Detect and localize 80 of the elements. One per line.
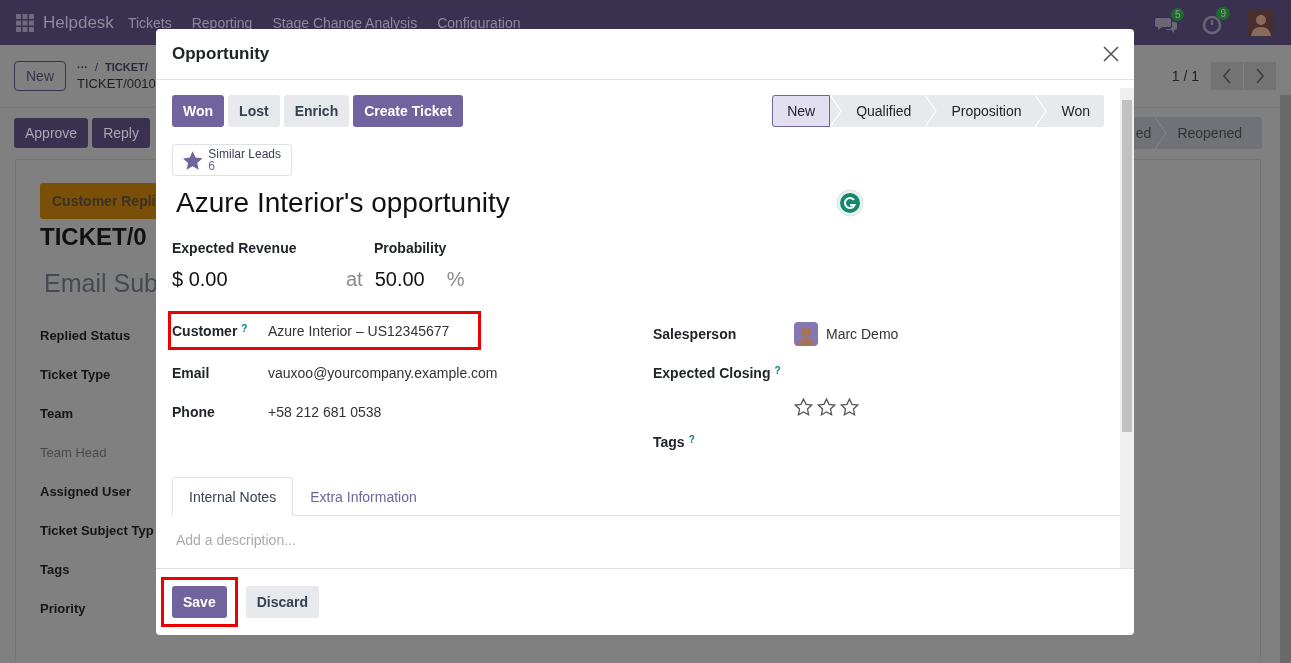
breadcrumb-link[interactable]: TICKET/ <box>105 61 148 73</box>
field-value[interactable]: +58 212 681 0538 <box>268 403 382 420</box>
field-label: Ticket Subject Typ <box>40 523 154 539</box>
user-avatar-icon <box>1248 9 1274 36</box>
field-label: Expected Revenue <box>172 240 298 256</box>
menu-item[interactable]: Tickets <box>127 14 172 31</box>
chevron-left-icon <box>1222 68 1232 84</box>
user-avatar-icon <box>794 321 818 346</box>
field-label: Replied Status <box>40 328 131 344</box>
field-label: Expected Closing <box>653 364 771 381</box>
app-name[interactable]: Helpdesk <box>43 12 114 33</box>
close-icon <box>1103 46 1119 62</box>
stage-button[interactable]: Proposition <box>937 95 1036 127</box>
empty-star-icon <box>840 398 859 416</box>
stage-item[interactable]: ed <box>1131 125 1156 141</box>
smart-button-count: 6 <box>208 160 215 172</box>
chevron-right-icon <box>1255 68 1265 84</box>
field-label: Team <box>40 406 73 422</box>
field-value[interactable]: vauxoo@yourcompany.example.com <box>268 364 498 381</box>
revenue-field[interactable]: $ 0.00 <box>172 268 332 291</box>
percent-sign: % <box>446 268 465 291</box>
help-tooltip[interactable]: ? <box>241 322 248 334</box>
refresh-icon <box>836 189 864 217</box>
empty-star-icon <box>817 398 836 416</box>
field-label: Priority <box>40 601 86 617</box>
chat-icon <box>1154 15 1177 34</box>
scrollbar[interactable] <box>1120 88 1134 568</box>
pager-value: 1 / 1 <box>1171 68 1199 84</box>
field-label: Customer <box>172 322 238 339</box>
stage-item[interactable]: Reopened <box>1167 125 1252 141</box>
header-button[interactable]: Lost <box>228 95 280 127</box>
help-tooltip[interactable]: ? <box>688 433 695 445</box>
smart-button-label: Similar Leads <box>208 148 281 160</box>
ticket-number: TICKET/0 <box>40 223 147 251</box>
record-name: TICKET/0010 <box>77 76 156 91</box>
field-label: Tags <box>40 562 70 578</box>
field-label: Assigned User <box>40 484 132 500</box>
tab[interactable]: Internal Notes <box>172 477 294 516</box>
empty-star-icon <box>794 398 813 416</box>
subject-field: Email Sub <box>44 269 158 298</box>
field-label: Ticket Type <box>40 367 111 383</box>
stage-button[interactable]: Won <box>1047 95 1104 127</box>
menu-item[interactable]: Configuration <box>437 14 521 31</box>
probability-field[interactable]: 50.00 <box>374 268 425 291</box>
smart-button[interactable]: Similar Leads 6 <box>172 144 292 176</box>
dialog-title: Opportunity <box>172 44 270 64</box>
stage-button[interactable]: Qualified <box>842 95 926 127</box>
stage-button[interactable]: New <box>772 95 831 127</box>
field-label: Tags <box>653 433 685 450</box>
field-label: Salesperson <box>653 325 737 342</box>
close-button[interactable] <box>1103 46 1119 62</box>
action-button[interactable]: Reply <box>92 118 150 148</box>
field-value[interactable]: Marc Demo <box>826 325 899 342</box>
field-label: Email <box>172 364 210 381</box>
header-button[interactable]: Create Ticket <box>353 95 463 127</box>
action-button[interactable]: Approve <box>14 118 89 148</box>
breadcrumb-separator: / <box>95 61 99 73</box>
save-button[interactable]: Save <box>172 586 227 618</box>
connector-text: at <box>346 268 363 291</box>
previous-button[interactable] <box>1211 62 1243 90</box>
apps-menu-icon <box>16 13 34 32</box>
tab[interactable]: Extra Information <box>293 477 434 516</box>
stage-divider-icon <box>830 95 843 127</box>
next-button[interactable] <box>1244 62 1276 90</box>
star-icon <box>183 150 203 170</box>
count-badge: 5 <box>1170 7 1185 21</box>
field-label: Phone <box>172 403 215 420</box>
stage-divider-icon <box>925 95 938 127</box>
stage-divider-icon <box>1035 95 1048 127</box>
breadcrumb-more[interactable]: ··· <box>77 61 88 73</box>
name-field[interactable]: Azure Interior's opportunity <box>172 187 836 219</box>
new-button[interactable]: New <box>14 61 66 91</box>
field-value[interactable]: Azure Interior – US12345677 <box>268 322 450 339</box>
field-label: Probability <box>373 240 448 256</box>
help-tooltip[interactable]: ? <box>774 364 781 376</box>
count-badge: 9 <box>1216 6 1230 20</box>
header-button[interactable]: Won <box>172 95 225 127</box>
clock-icon <box>1202 14 1223 35</box>
discard-button[interactable]: Discard <box>245 586 320 618</box>
header-button[interactable]: Enrich <box>283 95 350 127</box>
